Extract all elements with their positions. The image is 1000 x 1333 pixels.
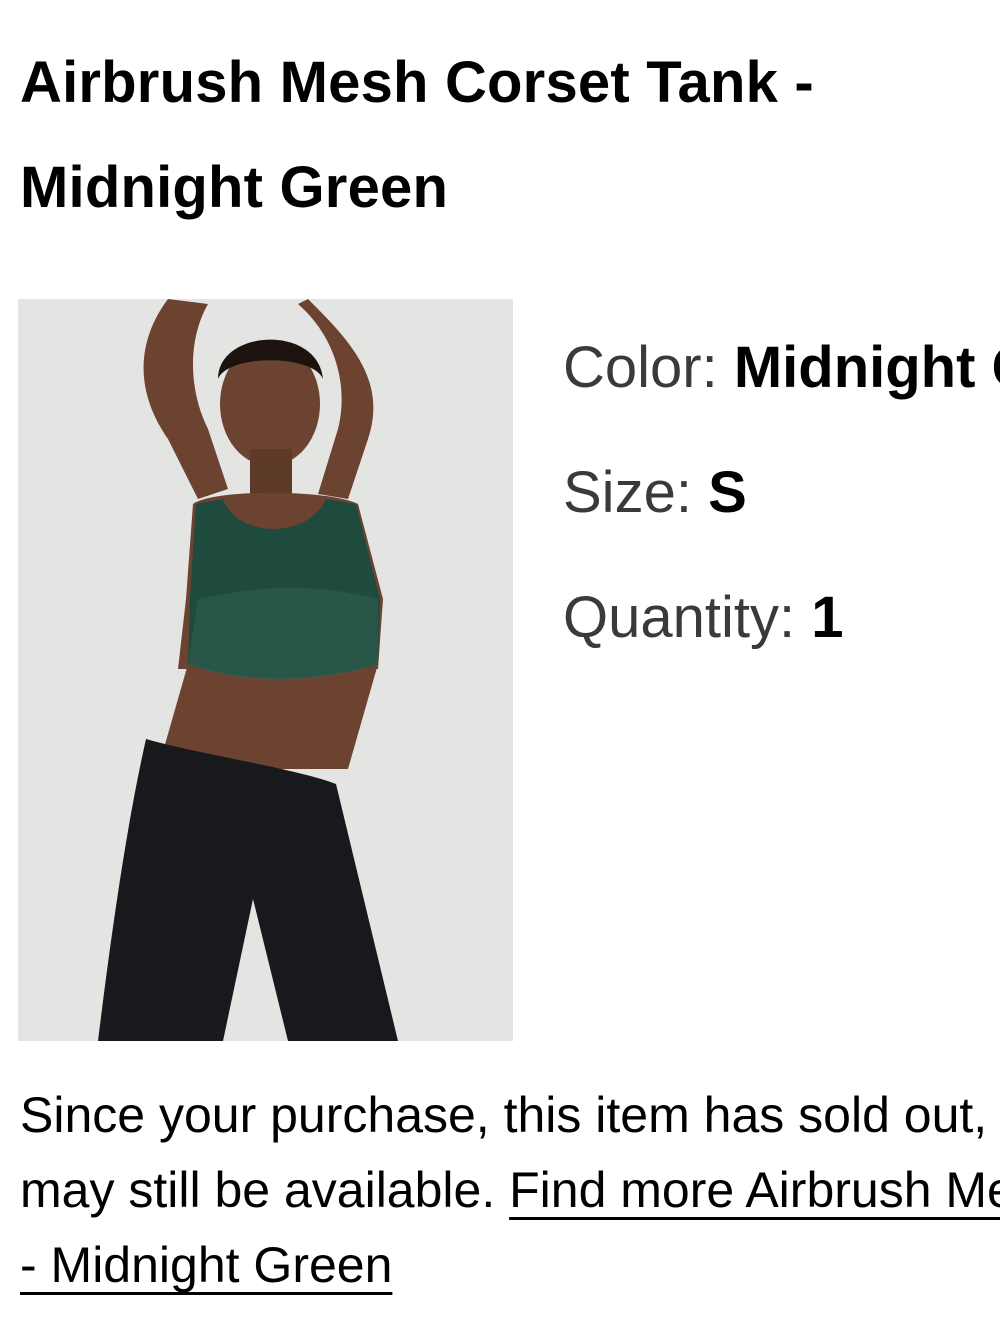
- product-image[interactable]: [18, 299, 513, 1041]
- size-label: Size:: [563, 460, 692, 525]
- notice-line-1: Since your purchase, this item has sold …: [20, 1087, 1000, 1143]
- color-attribute: Color: Midnight Green: [563, 305, 1000, 430]
- product-photo-illustration: [18, 299, 513, 1041]
- color-label: Color:: [563, 335, 718, 400]
- product-title-line-1: Airbrush Mesh Corset Tank -: [20, 50, 814, 115]
- order-item-page: Airbrush Mesh Corset Tank - Midnight Gre…: [0, 0, 1000, 1333]
- notice-line-3: - Midnight Green: [20, 1228, 1000, 1303]
- quantity-label: Quantity:: [563, 585, 796, 650]
- size-value: S: [708, 460, 747, 525]
- size-attribute: Size: S: [563, 430, 1000, 555]
- color-value: Midnight Green: [733, 335, 1000, 400]
- notice-line-2: may still be available. Find more Airbru…: [20, 1153, 1000, 1228]
- product-title-line-2: Midnight Green: [20, 155, 449, 220]
- find-more-link-continued[interactable]: - Midnight Green: [20, 1237, 392, 1293]
- product-attributes: Color: Midnight Green Size: S Quantity: …: [563, 305, 1000, 680]
- sold-out-notice: Since your purchase, this item has sold …: [20, 1078, 1000, 1303]
- quantity-value: 1: [811, 585, 844, 650]
- notice-line-2-text: may still be available.: [20, 1162, 510, 1218]
- product-title: Airbrush Mesh Corset Tank - Midnight Gre…: [20, 30, 995, 240]
- find-more-link[interactable]: Find more Airbrush Mesh Corset Tank: [509, 1162, 1000, 1218]
- quantity-attribute: Quantity: 1: [563, 555, 1000, 680]
